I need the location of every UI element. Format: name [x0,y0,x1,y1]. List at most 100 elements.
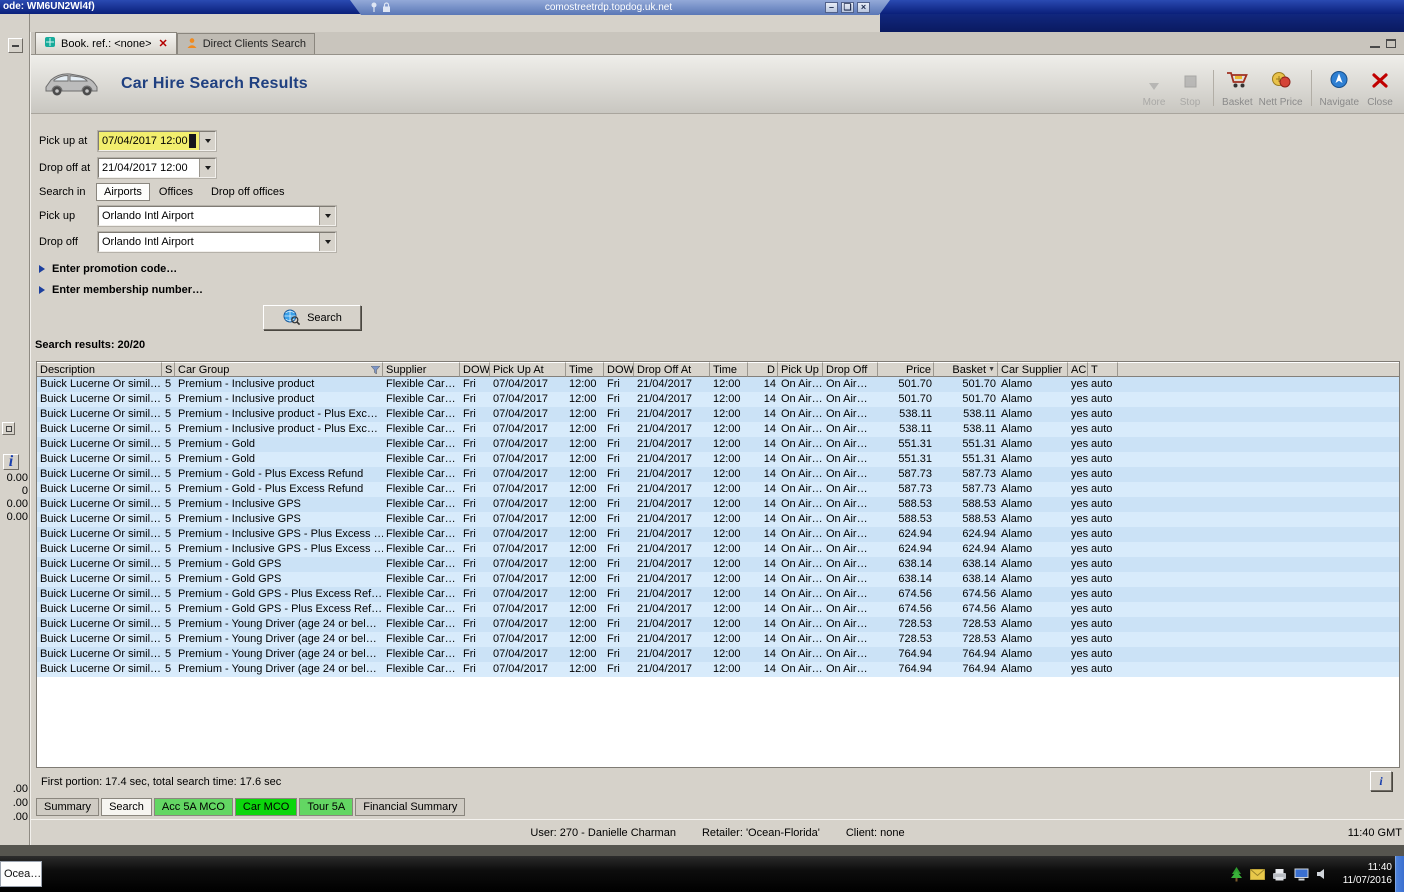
column-header[interactable]: DOW [604,362,634,377]
table-row[interactable]: Buick Lucerne Or simil… 5 Premium - Inclus… [37,422,1399,437]
column-header[interactable]: DOW [460,362,490,377]
mail-icon[interactable] [1249,868,1265,880]
volume-icon[interactable] [1316,868,1328,880]
table-row[interactable]: Buick Lucerne Or simil… 5 Premium - Young … [37,647,1399,662]
search-in-tab-dropoff-offices[interactable]: Drop off offices [202,184,294,200]
mdi-minimize-icon[interactable] [1370,39,1380,48]
connection-restore-button[interactable]: ❑ [841,2,854,13]
more-button[interactable]: More [1136,64,1172,108]
promotion-code-expander[interactable]: Enter promotion code… [39,263,177,275]
taskbar: Ocea… 11:40 11/07/2016 [0,856,1404,892]
column-header[interactable]: Time [710,362,748,377]
display-icon[interactable] [1294,868,1309,881]
column-header[interactable]: AC [1068,362,1088,377]
tab-acc-5a-mco[interactable]: Acc 5A MCO [153,798,233,816]
stop-button[interactable]: Stop [1172,64,1208,108]
table-row[interactable]: Buick Lucerne Or simil… 5 Premium - Gold G… [37,572,1399,587]
search-in-tab-offices[interactable]: Offices [150,184,202,200]
table-cell: Buick Lucerne Or simil… [40,438,162,450]
dropdown-arrow-icon[interactable] [199,132,215,150]
column-header[interactable]: Pick Up At [490,362,566,377]
table-row[interactable]: Buick Lucerne Or simil… 5 Premium - Inclus… [37,497,1399,512]
column-header[interactable]: Basket ▼ [934,362,998,377]
taskbar-clock[interactable]: 11:40 11/07/2016 [1343,861,1392,887]
search-button[interactable]: Search [263,305,361,330]
tab-car-mco[interactable]: Car MCO [234,798,298,816]
table-cell: yes [1071,618,1088,630]
fragment-minimize-button[interactable] [8,38,23,53]
table-cell: Alamo [1001,498,1033,510]
table-cell: Flexible Car… [386,513,456,525]
fragment-info-button[interactable]: i [3,453,19,470]
table-row[interactable]: Buick Lucerne Or simil… 5 Premium - Inclus… [37,392,1399,407]
column-header[interactable]: Car Group [175,362,383,377]
table-row[interactable]: Buick Lucerne Or simil… 5 Premium - Gold Fl… [37,437,1399,452]
table-cell: 21/04/2017 [637,573,693,585]
column-header[interactable]: Supplier [383,362,460,377]
printer-icon[interactable] [1272,868,1287,881]
dropoff-datetime-input[interactable]: 21/04/2017 12:00 [97,157,217,179]
tab-booking-ref[interactable]: Book. ref.: <none> ✕ [35,32,177,54]
basket-button[interactable]: Basket [1219,64,1256,108]
search-in-tab-airports[interactable]: Airports [96,183,150,201]
table-cell: 07/04/2017 [493,663,549,675]
tree-icon[interactable] [1230,866,1243,882]
info-button[interactable]: i [1370,771,1392,791]
nett-price-button[interactable]: Nett Price [1256,64,1306,108]
tab-search[interactable]: Search [101,798,152,816]
pickup-datetime-input[interactable]: 07/04/2017 12:00 [97,130,217,152]
tab-tour-5a[interactable]: Tour 5A [299,798,354,816]
taskbar-app-button[interactable]: Ocea… [0,861,42,887]
filter-funnel-icon[interactable] [371,365,380,374]
table-row[interactable]: Buick Lucerne Or simil… 5 Premium - Young … [37,662,1399,677]
table-row[interactable]: Buick Lucerne Or simil… 5 Premium - Gold -… [37,482,1399,497]
tab-close-icon[interactable]: ✕ [159,37,168,50]
table-row[interactable]: Buick Lucerne Or simil… 5 Premium - Inclus… [37,377,1399,392]
column-header[interactable]: Car Supplier [998,362,1068,377]
membership-number-expander[interactable]: Enter membership number… [39,284,203,296]
column-header[interactable]: Drop Off [823,362,878,377]
table-row[interactable]: Buick Lucerne Or simil… 5 Premium - Gold G… [37,557,1399,572]
dropoff-location-select[interactable]: Orlando Intl Airport [97,231,337,253]
table-row[interactable]: Buick Lucerne Or simil… 5 Premium - Gold G… [37,602,1399,617]
column-header[interactable]: S [162,362,175,377]
mdi-restore-icon[interactable] [1386,39,1396,48]
tab-direct-clients-search[interactable]: Direct Clients Search [176,33,316,54]
table-row[interactable]: Buick Lucerne Or simil… 5 Premium - Young … [37,617,1399,632]
show-desktop-strip[interactable] [1395,856,1404,892]
table-row[interactable]: Buick Lucerne Or simil… 5 Premium - Gold -… [37,467,1399,482]
navigate-button[interactable]: Navigate [1317,64,1362,108]
tab-summary[interactable]: Summary [36,798,100,816]
table-cell: 5 [165,438,172,450]
table-row[interactable]: Buick Lucerne Or simil… 5 Premium - Inclus… [37,527,1399,542]
column-header[interactable]: Price [878,362,934,377]
column-header[interactable]: Drop Off At [634,362,710,377]
table-row[interactable]: Buick Lucerne Or simil… 5 Premium - Gold G… [37,587,1399,602]
dropoff-datetime-label: Drop off at [39,162,91,174]
fragment-panel-button[interactable] [2,422,15,435]
column-header[interactable]: T [1088,362,1118,377]
table-cell: On Air… [781,453,823,465]
table-row[interactable]: Buick Lucerne Or simil… 5 Premium - Young … [37,632,1399,647]
column-header[interactable]: Description [37,362,162,377]
table-row[interactable]: Buick Lucerne Or simil… 5 Premium - Inclus… [37,542,1399,557]
table-cell: 07/04/2017 [493,393,549,405]
column-header[interactable]: Time [566,362,604,377]
close-button[interactable]: Close [1362,64,1398,108]
pickup-location-select[interactable]: Orlando Intl Airport [97,205,337,227]
table-cell: 587.73 [962,483,996,495]
pin-icon[interactable] [370,2,378,13]
column-header[interactable]: Pick Up [778,362,823,377]
table-row[interactable]: Buick Lucerne Or simil… 5 Premium - Inclus… [37,512,1399,527]
dropdown-arrow-icon[interactable] [319,207,335,225]
table-cell: 21/04/2017 [637,453,693,465]
tab-financial-summary[interactable]: Financial Summary [355,798,466,816]
dropdown-arrow-icon[interactable] [199,159,215,177]
connection-minimize-button[interactable]: – [825,2,838,13]
table-row[interactable]: Buick Lucerne Or simil… 5 Premium - Gold Fl… [37,452,1399,467]
column-header[interactable]: D [748,362,778,377]
fragment-amount: 0.00 [6,511,28,523]
dropdown-arrow-icon[interactable] [319,233,335,251]
connection-close-button[interactable]: × [857,2,870,13]
table-row[interactable]: Buick Lucerne Or simil… 5 Premium - Inclus… [37,407,1399,422]
